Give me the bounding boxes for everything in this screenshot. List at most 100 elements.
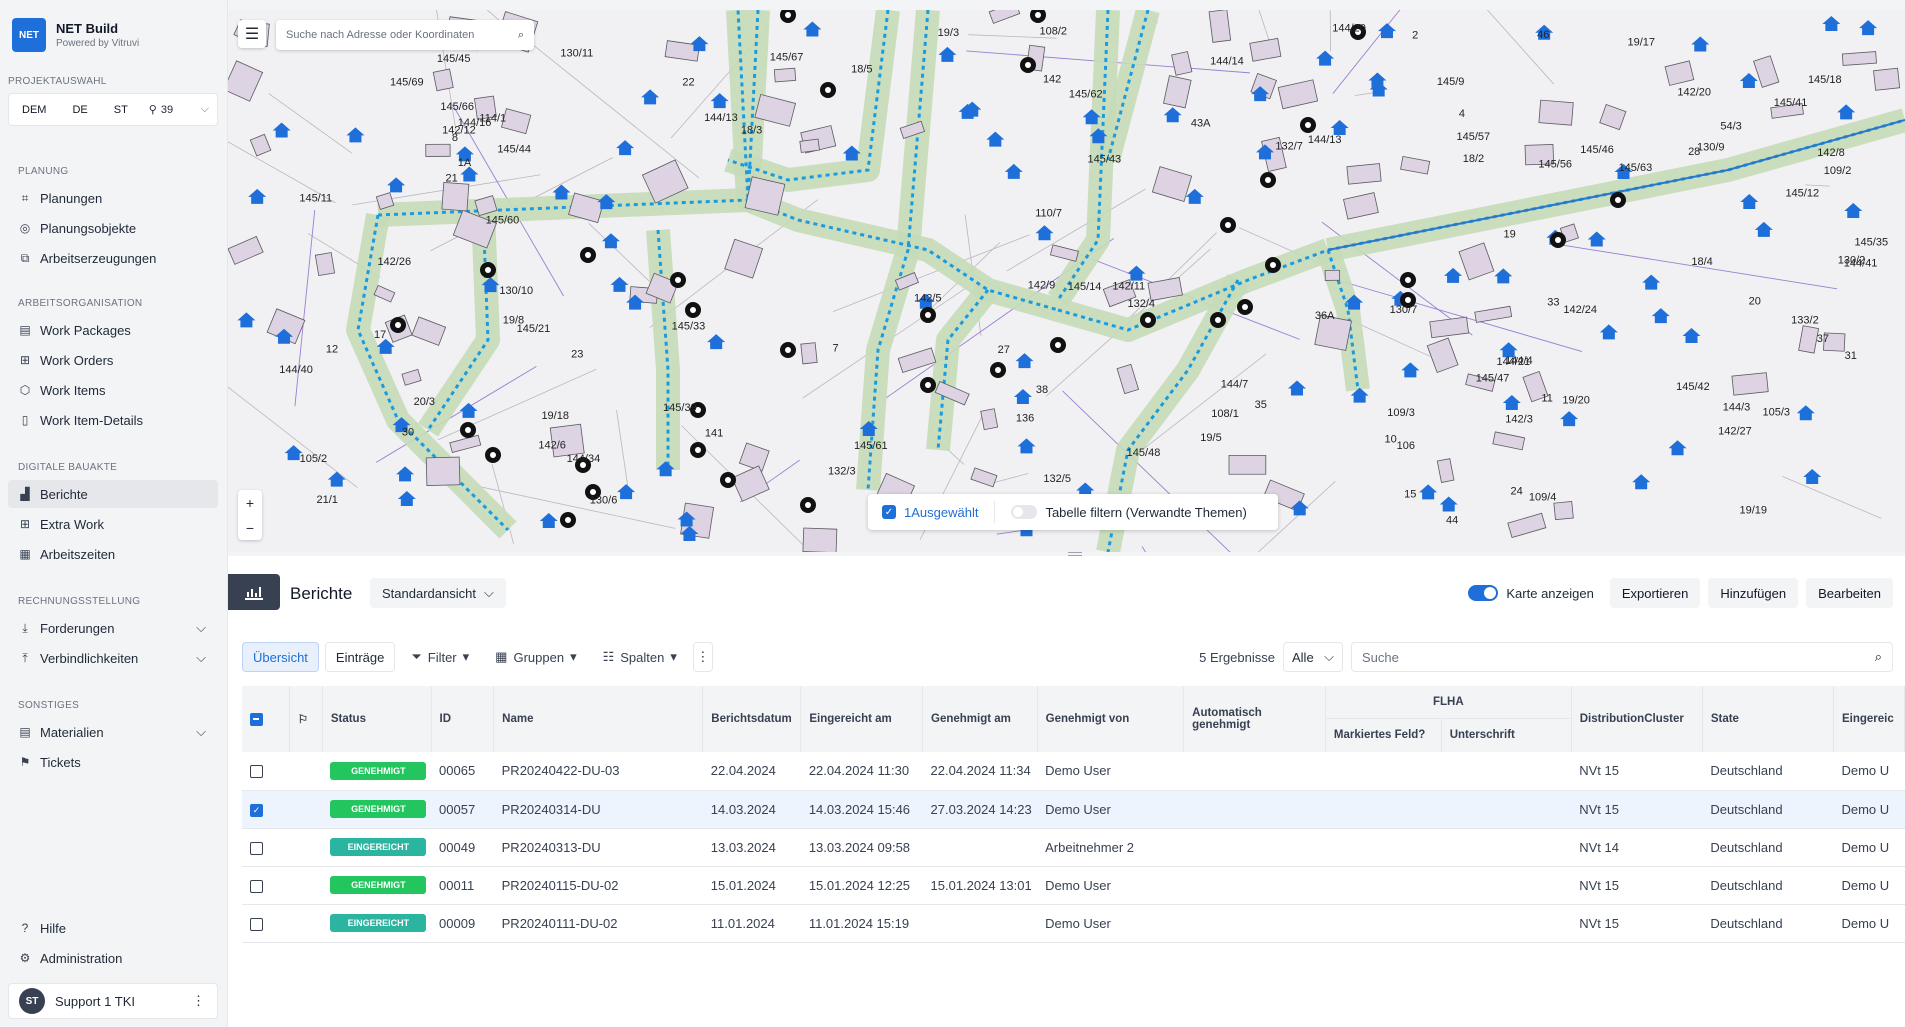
splice-node-core	[725, 477, 731, 483]
map[interactable]: 145/48 145/33 145/35 133/2 19/17 21/1 145/39 13…	[228, 10, 1905, 552]
export-button[interactable]: Exportieren	[1609, 578, 1701, 608]
tab-eintraege[interactable]: Einträge	[324, 642, 396, 672]
search-icon[interactable]: ⌕	[1875, 649, 1882, 665]
parcel-label: 10	[1385, 433, 1397, 445]
status-badge[interactable]: GENEHMIGT	[330, 876, 427, 894]
scope-select[interactable]: Alle ⌵	[1283, 642, 1343, 672]
zoom-in-button[interactable]: +	[246, 495, 254, 511]
row-checkbox[interactable]: ✓	[250, 803, 263, 817]
row-select-cell[interactable]	[242, 904, 290, 943]
zoom-out-button[interactable]: −	[246, 520, 254, 536]
map-search-input[interactable]: Suche nach Adresse oder Koordinaten ⌕	[276, 20, 534, 50]
selection-checkbox[interactable]: ✓	[882, 505, 896, 519]
col-berichtsdatum[interactable]: Berichtsdatum	[702, 686, 802, 752]
building	[724, 238, 764, 279]
row-checkbox[interactable]	[250, 879, 263, 893]
nav-item-work-items[interactable]: ⬡ Work Items	[8, 376, 218, 404]
project-selector[interactable]: DEM DE ST ⚲ 39 ⌵	[8, 93, 218, 126]
show-map-toggle[interactable]: Karte anzeigen	[1460, 585, 1601, 601]
filter-button[interactable]: ⏷ Filter ▾	[401, 642, 479, 672]
table-row[interactable]: EINGEREICHT 00009 PR20240111-DU-02 11.01.20…	[242, 904, 1905, 943]
more-vertical-icon[interactable]: ⋮	[192, 993, 205, 1009]
col-eingereicht-von[interactable]: Eingereic	[1833, 686, 1905, 752]
nav-item-work-orders[interactable]: ⊞ Work Orders	[8, 346, 218, 374]
col-distribution-cluster[interactable]: DistributionCluster	[1571, 686, 1703, 752]
table-row[interactable]: GENEHMIGT 00011 PR20240115-DU-02 15.01.2024…	[242, 866, 1905, 905]
status-badge[interactable]: EINGEREICHT	[330, 914, 427, 932]
nav-item-verbindlichkeiten[interactable]: ⤒ Verbindlichkeiten ⌵	[8, 644, 218, 672]
chevron-down-icon[interactable]: ⌵	[196, 724, 206, 740]
row-select-cell[interactable]	[242, 866, 290, 905]
status-badge[interactable]: GENEHMIGT	[330, 800, 427, 818]
building	[1841, 51, 1877, 66]
row-select-cell[interactable]	[242, 752, 290, 791]
selection-count[interactable]: 1Ausgewählt	[904, 505, 978, 520]
row-checkbox[interactable]	[250, 917, 263, 931]
row-checkbox[interactable]	[250, 841, 263, 855]
table-row[interactable]: EINGEREICHT 00049 PR20240313-DU 13.03.2024 1…	[242, 828, 1905, 867]
project-location[interactable]: ⚲ 39	[149, 103, 173, 117]
project-segment-3[interactable]: ST	[101, 104, 141, 116]
toggle-switch[interactable]	[1468, 585, 1499, 601]
col-markiertes-feld[interactable]: Markiertes Feld?	[1325, 718, 1442, 752]
row-select-cell[interactable]: ✓	[242, 790, 290, 829]
nav-item-forderungen[interactable]: ⤓ Forderungen ⌵	[8, 614, 218, 642]
nav-item-hilfe[interactable]: ? Hilfe	[8, 914, 218, 942]
status-badge[interactable]: EINGEREICHT	[330, 838, 427, 856]
nav-item-arbeitszeiten[interactable]: ▦ Arbeitszeiten	[8, 540, 218, 568]
nav-item-extra-work[interactable]: ⊞ Extra Work	[8, 510, 218, 538]
table-search-input[interactable]: Suche ⌕	[1351, 642, 1893, 672]
filter-table-toggle[interactable]	[1011, 505, 1038, 519]
columns-button[interactable]: ☷ Spalten ▾	[593, 642, 687, 672]
row-checkbox[interactable]	[250, 765, 263, 779]
resize-handle[interactable]	[1068, 552, 1082, 556]
add-button[interactable]: Hinzufügen	[1708, 578, 1799, 608]
nav-item-arbeitserzeugungen[interactable]: ⧉ Arbeitserzeugungen	[8, 244, 218, 272]
parcel-label: 18/4	[1691, 256, 1712, 268]
project-segment-2[interactable]: DE	[59, 104, 100, 116]
col-unterschrift[interactable]: Unterschrift	[1441, 718, 1572, 752]
parcel-label: 21/1	[316, 494, 337, 506]
chevron-down-icon[interactable]: ⌵	[201, 103, 209, 116]
select-all-cell[interactable]	[242, 686, 290, 752]
view-selector[interactable]: Standardansicht ⌵	[370, 578, 506, 608]
col-state[interactable]: State	[1702, 686, 1834, 752]
zoom-control[interactable]: + −	[238, 490, 262, 540]
nav-item-administration[interactable]: ⚙ Administration	[8, 944, 218, 972]
edit-button[interactable]: Bearbeiten	[1806, 578, 1893, 608]
col-genehmigt[interactable]: Genehmigt am	[922, 686, 1038, 752]
nav-item-berichte[interactable]: ▟ Berichte	[8, 480, 218, 508]
nav-item-materialien[interactable]: ▤ Materialien ⌵	[8, 718, 218, 746]
col-genehmigt-von[interactable]: Genehmigt von	[1037, 686, 1185, 752]
col-id[interactable]: ID	[431, 686, 495, 752]
nav-item-label: Work Item-Details	[40, 412, 144, 428]
chevron-down-icon[interactable]: ⌵	[196, 620, 206, 636]
nav-item-planungsobjekte[interactable]: ◎ Planungsobjekte	[8, 214, 218, 242]
more-vertical-icon[interactable]: ⋮	[692, 642, 713, 672]
project-segment-1[interactable]: DEM	[9, 104, 59, 116]
groups-button[interactable]: ▦ Gruppen ▾	[485, 642, 586, 672]
nav-item-work-packages[interactable]: ▤ Work Packages	[8, 316, 218, 344]
user-menu[interactable]: ST Support 1 TKI ⋮	[8, 983, 218, 1019]
menu-icon[interactable]: ☰	[238, 20, 266, 48]
nav-item-planungen[interactable]: ⌗ Planungen	[8, 184, 218, 212]
col-automatisch[interactable]: Automatisch genehmigt	[1183, 686, 1326, 752]
map-canvas[interactable]: 145/48 145/33 145/35 133/2 19/17 21/1 145/39 13…	[228, 10, 1905, 552]
table-row[interactable]: ✓ GENEHMIGT 00057 PR20240314-DU 14.03.2024 14…	[242, 790, 1905, 829]
row-select-cell[interactable]	[242, 828, 290, 867]
col-status[interactable]: Status	[322, 686, 432, 752]
parcel-label: 144/13	[704, 112, 738, 124]
parcel-label: 142/26	[377, 256, 411, 268]
nav-item-work-item-details[interactable]: ▯ Work Item-Details	[8, 406, 218, 434]
building	[1538, 99, 1574, 126]
status-badge[interactable]: GENEHMIGT	[330, 761, 427, 780]
tab-uebersicht[interactable]: Übersicht	[242, 642, 319, 672]
search-icon[interactable]: ⌕	[518, 29, 524, 42]
sidebar: NET NET Build Powered by Vitruvi PROJEKT…	[0, 0, 228, 1027]
nav-item-tickets[interactable]: ⚑ Tickets	[8, 748, 218, 776]
col-name[interactable]: Name	[493, 686, 704, 752]
table-row[interactable]: GENEHMIGT 00065 PR20240422-DU-03 22.04.2024…	[242, 752, 1905, 791]
chevron-down-icon[interactable]: ⌵	[196, 650, 206, 666]
select-all-checkbox[interactable]	[250, 712, 263, 726]
col-eingereicht[interactable]: Eingereicht am	[800, 686, 924, 752]
